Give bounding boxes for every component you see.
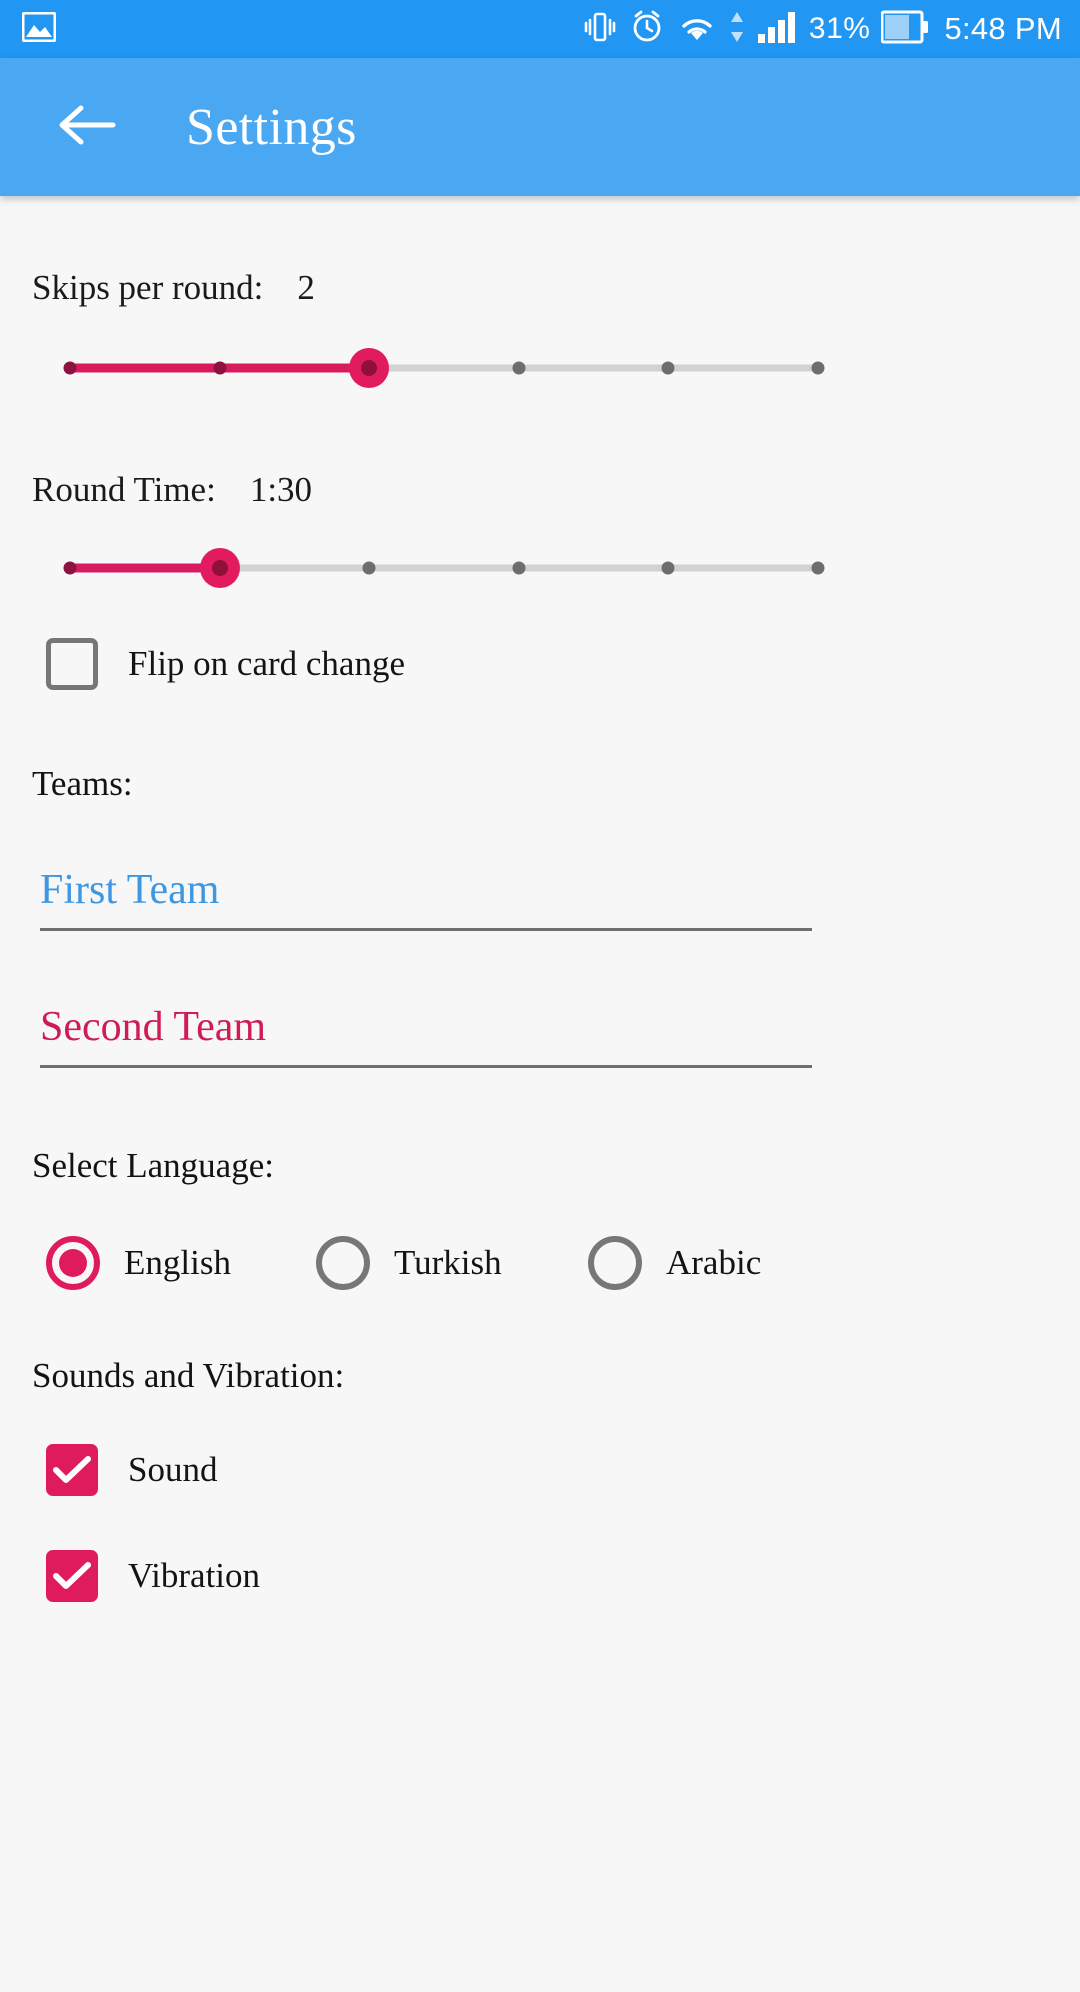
slider-tick-2[interactable]: [362, 561, 376, 575]
vibration-checkbox[interactable]: [46, 1550, 98, 1602]
skips-per-round-row: Skips per round: 2: [0, 268, 1080, 308]
slider-tick-0[interactable]: [63, 361, 77, 375]
flip-on-card-change-checkbox[interactable]: [46, 638, 98, 690]
cellular-signal-icon: [756, 10, 798, 49]
settings-content: Skips per round: 2 Round Time: 1:30 Flip…: [0, 268, 1080, 1992]
first-team-underline: [40, 928, 812, 931]
round-time-row: Round Time: 1:30: [0, 470, 1080, 510]
status-bar: 31% 5:48 PM: [0, 0, 1080, 58]
app-bar: Settings: [0, 58, 1080, 196]
sounds-and-vibration-label: Sounds and Vibration:: [32, 1356, 345, 1395]
flip-on-card-change-row[interactable]: Flip on card change: [0, 638, 1080, 690]
slider-thumb[interactable]: [199, 548, 240, 588]
second-team-input[interactable]: Second Team: [40, 1003, 812, 1065]
language-label-arabic: Arabic: [666, 1243, 762, 1282]
slider-tick-5[interactable]: [811, 361, 825, 375]
battery-percent-label: 31%: [808, 12, 871, 45]
gallery-image-icon: [21, 11, 57, 47]
slider-thumb[interactable]: [349, 348, 390, 388]
round-time-slider[interactable]: [63, 540, 825, 596]
language-option-english[interactable]: English: [46, 1236, 316, 1290]
sound-row[interactable]: Sound: [0, 1444, 1080, 1496]
alarm-icon: [629, 9, 665, 50]
status-bar-clock: 5:48 PM: [944, 11, 1062, 46]
back-button[interactable]: [48, 89, 124, 165]
check-icon: [53, 1562, 91, 1589]
vibrate-icon: [582, 9, 618, 50]
vibration-label: Vibration: [128, 1556, 261, 1595]
back-arrow-icon: [55, 100, 117, 155]
flip-on-card-change-label: Flip on card change: [128, 644, 405, 683]
round-time-label: Round Time:: [32, 470, 216, 509]
radio-icon-turkish[interactable]: [316, 1236, 370, 1290]
round-time-value: 1:30: [249, 470, 313, 509]
sound-checkbox[interactable]: [46, 1444, 98, 1496]
language-radio-group: English Turkish Arabic: [0, 1236, 1080, 1290]
slider-tick-4[interactable]: [661, 561, 675, 575]
slider-tick-4[interactable]: [661, 361, 675, 375]
data-transfer-icon: [729, 10, 745, 49]
wifi-icon: [676, 10, 718, 49]
radio-icon-english[interactable]: [46, 1236, 100, 1290]
language-label-english: English: [124, 1243, 231, 1282]
slider-tick-3[interactable]: [512, 361, 526, 375]
vibration-row[interactable]: Vibration: [0, 1550, 1080, 1602]
slider-tick-3[interactable]: [512, 561, 526, 575]
page-title: Settings: [186, 98, 357, 156]
slider-fill: [70, 563, 220, 573]
skips-per-round-value: 2: [297, 268, 315, 307]
second-team-underline: [40, 1065, 812, 1068]
select-language-label: Select Language:: [32, 1146, 274, 1185]
first-team-field[interactable]: First Team: [40, 866, 812, 931]
radio-icon-arabic[interactable]: [588, 1236, 642, 1290]
status-bar-right: 31% 5:48 PM: [582, 9, 1062, 50]
check-icon: [53, 1456, 91, 1483]
battery-icon: [880, 10, 929, 49]
first-team-input[interactable]: First Team: [40, 866, 812, 928]
language-option-arabic[interactable]: Arabic: [588, 1236, 761, 1290]
slider-tick-0[interactable]: [63, 561, 77, 575]
skips-per-round-slider[interactable]: [63, 340, 825, 396]
status-bar-left: [21, 11, 582, 47]
slider-tick-1[interactable]: [213, 361, 227, 375]
slider-tick-5[interactable]: [811, 561, 825, 575]
sound-label: Sound: [128, 1450, 218, 1489]
skips-per-round-label: Skips per round:: [32, 268, 264, 307]
teams-label: Teams:: [32, 764, 133, 803]
second-team-field[interactable]: Second Team: [40, 1003, 812, 1068]
language-option-turkish[interactable]: Turkish: [316, 1236, 588, 1290]
radio-dot: [59, 1249, 87, 1277]
language-label-turkish: Turkish: [394, 1243, 502, 1282]
